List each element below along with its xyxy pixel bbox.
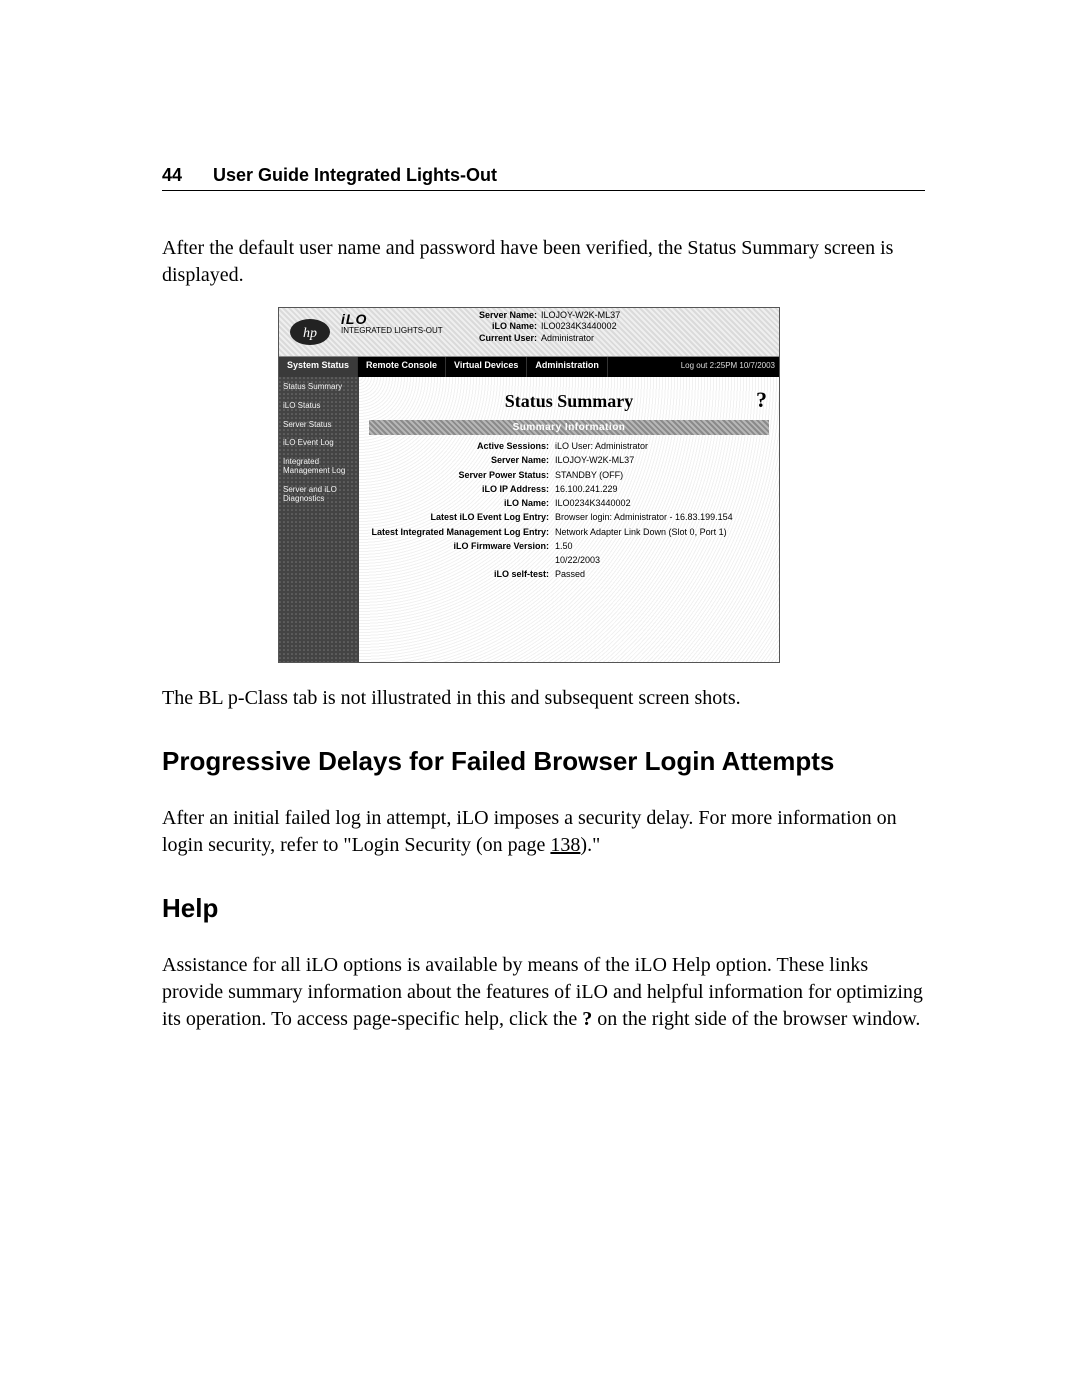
logout-text[interactable]: Log out 2:25PM 10/7/2003 [681, 357, 779, 377]
tab-remote-console[interactable]: Remote Console [358, 357, 446, 377]
row-value: Network Adapter Link Down (Slot 0, Port … [555, 527, 769, 538]
row-value: 16.100.241.229 [555, 484, 769, 495]
row-label [369, 555, 549, 566]
figure-caption: The BL p-Class tab is not illustrated in… [162, 685, 925, 712]
ilo-screenshot: hp iLO INTEGRATED LIGHTS-OUT Server Name… [278, 307, 780, 663]
sidebar: Status Summary iLO Status Server Status … [279, 377, 359, 663]
tab-administration[interactable]: Administration [527, 357, 608, 377]
ilo-name-value: ILO0234K3440002 [541, 321, 617, 332]
sidebar-item[interactable]: Status Summary [283, 383, 355, 392]
summary-grid: Active Sessions:iLO User: Administrator … [369, 441, 769, 581]
tab-system-status[interactable]: System Status [279, 357, 358, 377]
server-name-value: ILOJOY-W2K-ML37 [541, 310, 620, 321]
intro-paragraph: After the default user name and password… [162, 235, 925, 289]
hp-logo-icon: hp [279, 308, 341, 356]
row-label: Active Sessions: [369, 441, 549, 452]
delays-text-after: )." [580, 834, 600, 856]
row-value: STANDBY (OFF) [555, 470, 769, 481]
row-label: iLO Name: [369, 498, 549, 509]
help-paragraph: Assistance for all iLO options is availa… [162, 952, 925, 1033]
row-label: iLO IP Address: [369, 484, 549, 495]
row-value: Browser login: Administrator - 16.83.199… [555, 512, 769, 523]
section-band: Summary Information [369, 420, 769, 435]
row-value: ILO0234K3440002 [555, 498, 769, 509]
row-label: Latest Integrated Management Log Entry: [369, 527, 549, 538]
row-value: Passed [555, 569, 769, 580]
question-mark-glyph: ? [582, 1008, 592, 1030]
panel-main: ? Status Summary Summary Information Act… [359, 377, 779, 663]
page-link-138[interactable]: 138 [550, 834, 580, 856]
current-user-label: Current User: [453, 333, 537, 344]
svg-text:hp: hp [303, 326, 317, 341]
heading-progressive-delays: Progressive Delays for Failed Browser Lo… [162, 746, 925, 777]
tab-virtual-devices[interactable]: Virtual Devices [446, 357, 527, 377]
row-value: iLO User: Administrator [555, 441, 769, 452]
running-title: User Guide Integrated Lights-Out [213, 165, 497, 185]
ilo-name-label: iLO Name: [453, 321, 537, 332]
server-name-label: Server Name: [453, 310, 537, 321]
help-text-after: on the right side of the browser window. [592, 1008, 920, 1030]
product-short: iLO [341, 312, 449, 327]
header-rule [162, 190, 925, 191]
tab-bar: System Status Remote Console Virtual Dev… [279, 357, 779, 377]
row-value: 1.50 [555, 541, 769, 552]
ilo-header: hp iLO INTEGRATED LIGHTS-OUT Server Name… [279, 308, 779, 357]
header-info: Server Name: ILOJOY-W2K-ML37 iLO Name: ILO… [453, 308, 779, 356]
sidebar-item[interactable]: iLO Status [283, 402, 355, 411]
sidebar-item[interactable]: Server and iLO Diagnostics [283, 486, 355, 504]
sidebar-item[interactable]: Integrated Management Log [283, 458, 355, 476]
current-user-value: Administrator [541, 333, 594, 344]
running-header: 44 User Guide Integrated Lights-Out [162, 165, 925, 186]
product-label: iLO INTEGRATED LIGHTS-OUT [341, 308, 453, 356]
help-icon[interactable]: ? [756, 387, 767, 413]
row-label: iLO Firmware Version: [369, 541, 549, 552]
row-label: Latest iLO Event Log Entry: [369, 512, 549, 523]
sidebar-item[interactable]: Server Status [283, 421, 355, 430]
delays-paragraph: After an initial failed log in attempt, … [162, 805, 925, 859]
row-label: Server Name: [369, 455, 549, 466]
product-long: INTEGRATED LIGHTS-OUT [341, 327, 449, 335]
row-value: ILOJOY-W2K-ML37 [555, 455, 769, 466]
row-label: iLO self-test: [369, 569, 549, 580]
heading-help: Help [162, 893, 925, 924]
row-label: Server Power Status: [369, 470, 549, 481]
panel-title: Status Summary [369, 391, 769, 412]
row-value: 10/22/2003 [555, 555, 769, 566]
delays-text-before: After an initial failed log in attempt, … [162, 807, 897, 856]
page-number: 44 [162, 165, 208, 186]
sidebar-item[interactable]: iLO Event Log [283, 439, 355, 448]
